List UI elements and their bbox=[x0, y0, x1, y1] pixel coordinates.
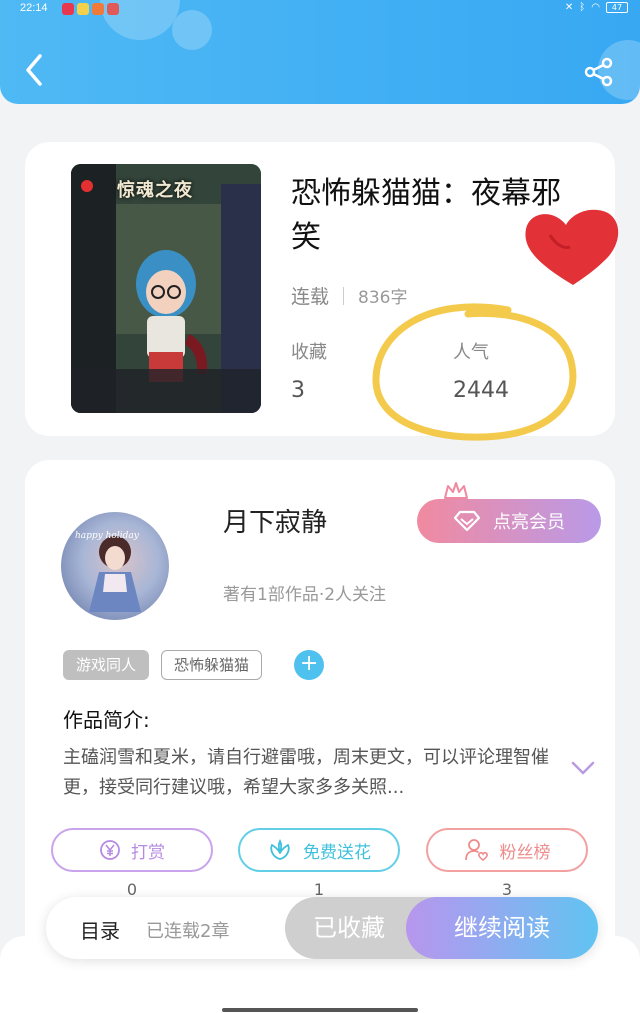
vip-button[interactable]: 点亮会员 bbox=[417, 499, 601, 543]
fans-label: 粉丝榜 bbox=[499, 842, 551, 863]
reward-label: 打赏 bbox=[131, 842, 165, 863]
add-tag-button[interactable]: + bbox=[294, 650, 325, 680]
intro-title: 作品简介: bbox=[63, 708, 150, 732]
fan-ranking-button[interactable]: 粉丝榜 bbox=[426, 828, 588, 872]
cover-title: 惊魂之夜 bbox=[117, 180, 193, 201]
chevron-left-icon bbox=[26, 54, 42, 86]
bottom-action-bar: 目录 已连载2章 已收藏 继续阅读 bbox=[46, 897, 598, 959]
wifi-icon: ◠ bbox=[591, 2, 600, 13]
author-name: 月下寂静 bbox=[223, 508, 328, 538]
app-notification-icon bbox=[92, 3, 104, 15]
app-notification-icon bbox=[77, 3, 89, 15]
divider bbox=[343, 286, 345, 305]
intro-text: 主磕润雪和夏米，请自行避雷哦，周末更文，可以评论理智催更，接受同行建议哦，希望大… bbox=[63, 747, 549, 798]
battery-icon: 47 bbox=[606, 2, 628, 13]
app-notification-icon bbox=[107, 3, 119, 15]
yen-coin-icon bbox=[100, 840, 120, 860]
continue-reading-button[interactable]: 继续阅读 bbox=[406, 897, 598, 959]
heart-annotation-icon bbox=[525, 209, 619, 285]
reward-button[interactable]: 打赏 bbox=[51, 828, 213, 872]
toc-button[interactable]: 目录 bbox=[80, 915, 120, 944]
author-meta: 著有1部作品·2人关注 bbox=[223, 585, 387, 605]
serial-status: 连载 bbox=[291, 286, 330, 308]
notification-icons bbox=[62, 3, 119, 15]
book-cover[interactable]: 惊魂之夜 bbox=[71, 164, 261, 413]
author-avatar[interactable]: happy holiday bbox=[61, 512, 169, 620]
share-button[interactable] bbox=[583, 56, 615, 88]
app-notification-icon bbox=[62, 3, 74, 15]
stat-value: 3 bbox=[291, 378, 305, 403]
status-right: ✕ ᛒ ◠ 47 bbox=[565, 2, 628, 13]
tag-item[interactable]: 恐怖躲猫猫 bbox=[161, 650, 263, 680]
chapter-status: 已连载2章 bbox=[146, 921, 230, 942]
diamond-icon bbox=[453, 510, 481, 532]
back-button[interactable] bbox=[20, 52, 50, 88]
chevron-down-icon[interactable] bbox=[571, 760, 595, 776]
status-bar: 22:14 ✕ ᛒ ◠ 47 bbox=[0, 0, 640, 18]
status-time: 22:14 bbox=[20, 2, 48, 14]
tag-list: 游戏同人 恐怖躲猫猫 + bbox=[63, 650, 325, 680]
circle-annotation bbox=[372, 303, 577, 441]
share-icon bbox=[584, 57, 613, 87]
header-bar: 22:14 ✕ ᛒ ◠ 47 bbox=[0, 0, 640, 104]
vip-label: 点亮会员 bbox=[493, 512, 565, 533]
mute-icon: ✕ bbox=[564, 2, 574, 13]
stat-favorites: 收藏 3 bbox=[291, 338, 327, 403]
tag-item[interactable]: 游戏同人 bbox=[63, 650, 150, 680]
person-heart-icon bbox=[464, 839, 488, 862]
bluetooth-icon: ᛒ bbox=[579, 2, 586, 13]
avatar-text: happy holiday bbox=[75, 531, 140, 541]
flower-icon bbox=[270, 839, 290, 860]
avatar-illustration: happy holiday bbox=[75, 531, 141, 612]
home-indicator[interactable] bbox=[222, 1008, 418, 1012]
flower-label: 免费送花 bbox=[303, 842, 371, 863]
send-flower-button[interactable]: 免费送花 bbox=[238, 828, 400, 872]
stat-label: 收藏 bbox=[291, 342, 327, 363]
